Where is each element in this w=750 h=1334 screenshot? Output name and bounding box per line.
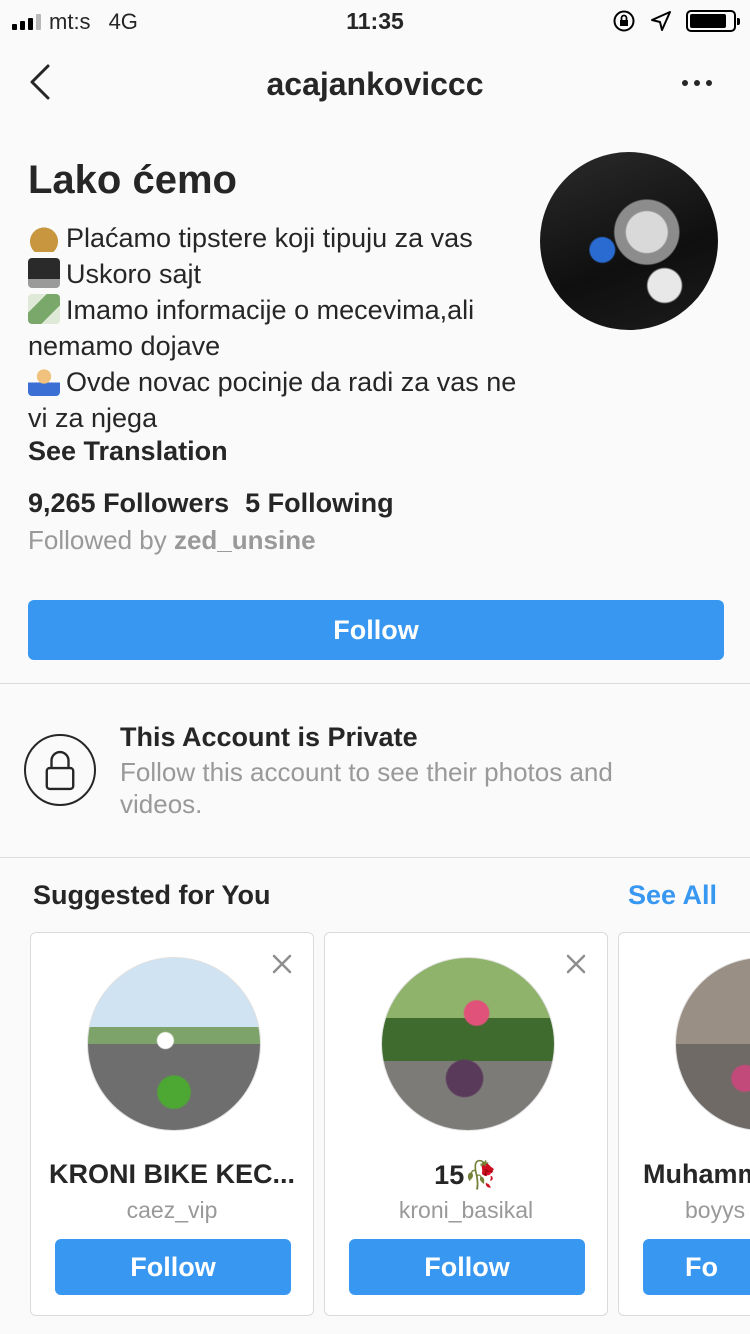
lock-icon: [24, 734, 96, 806]
page-title: acajankoviccc: [266, 66, 484, 102]
follow-button[interactable]: Follow: [28, 600, 724, 660]
suggested-username[interactable]: kroni_basikal: [325, 1197, 607, 1224]
see-translation-link[interactable]: See Translation: [28, 436, 228, 467]
battery-icon: [686, 10, 740, 32]
followers-count[interactable]: 9,265 Followers: [28, 488, 229, 519]
suggested-follow-button[interactable]: Follow: [349, 1239, 585, 1295]
status-bar: mt:s 4G 11:35: [0, 0, 750, 40]
private-account-subtitle: Follow this account to see their photos …: [120, 757, 613, 819]
suggested-avatar[interactable]: [381, 957, 555, 1131]
money-wings-icon: [28, 294, 60, 324]
shrug-person-icon: [28, 366, 60, 396]
profile-bio: Plaćamo tipstere koji tipuju za vas Usko…: [28, 220, 518, 436]
bio-line: Plaćamo tipstere koji tipuju za vas: [28, 220, 518, 256]
close-icon[interactable]: [565, 953, 587, 975]
profile-stats: 9,265 Followers 5 Following: [28, 488, 394, 519]
divider: [0, 683, 750, 684]
close-icon[interactable]: [271, 953, 293, 975]
orientation-lock-icon: [613, 10, 635, 32]
followed-by[interactable]: Followed by zed_unsine: [28, 525, 316, 556]
money-bag-icon: [28, 222, 60, 252]
private-account-title: This Account is Private: [120, 722, 418, 752]
suggested-name[interactable]: Muhamm: [619, 1159, 750, 1190]
suggested-avatar[interactable]: [87, 957, 261, 1131]
suggested-title: Suggested for You: [33, 880, 271, 910]
bio-line: Imamo informacije o mecevima,ali nemamo …: [28, 294, 475, 361]
following-count[interactable]: 5 Following: [245, 488, 394, 519]
followed-by-user[interactable]: zed_unsine: [174, 525, 316, 555]
profile-display-name: Lako ćemo: [28, 158, 237, 202]
location-arrow-icon: [651, 11, 671, 31]
laptop-icon: [28, 258, 60, 288]
see-all-link[interactable]: See All: [628, 880, 717, 911]
suggested-card[interactable]: Muhamm boyys Fo: [618, 932, 750, 1316]
profile-header: acajankoviccc: [0, 52, 750, 116]
suggested-follow-button[interactable]: Fo: [643, 1239, 750, 1295]
suggested-avatar[interactable]: [675, 957, 750, 1131]
bio-line: Uskoro sajt: [28, 256, 518, 292]
suggested-username[interactable]: caez_vip: [31, 1197, 313, 1224]
suggested-card[interactable]: KRONI BIKE KEC... caez_vip Follow: [30, 932, 314, 1316]
suggested-follow-button[interactable]: Follow: [55, 1239, 291, 1295]
status-right: [612, 9, 740, 33]
more-options-icon[interactable]: [682, 80, 712, 86]
suggested-username[interactable]: boyys: [619, 1197, 750, 1224]
profile-avatar[interactable]: [540, 152, 718, 330]
suggested-name[interactable]: 15🥀: [325, 1159, 607, 1191]
bio-line: Ovde novac pocinje da radi za vas ne vi …: [28, 366, 517, 433]
divider: [0, 857, 750, 858]
suggested-name[interactable]: KRONI BIKE KEC...: [31, 1159, 313, 1190]
suggested-card[interactable]: 15🥀 kroni_basikal Follow: [324, 932, 608, 1316]
